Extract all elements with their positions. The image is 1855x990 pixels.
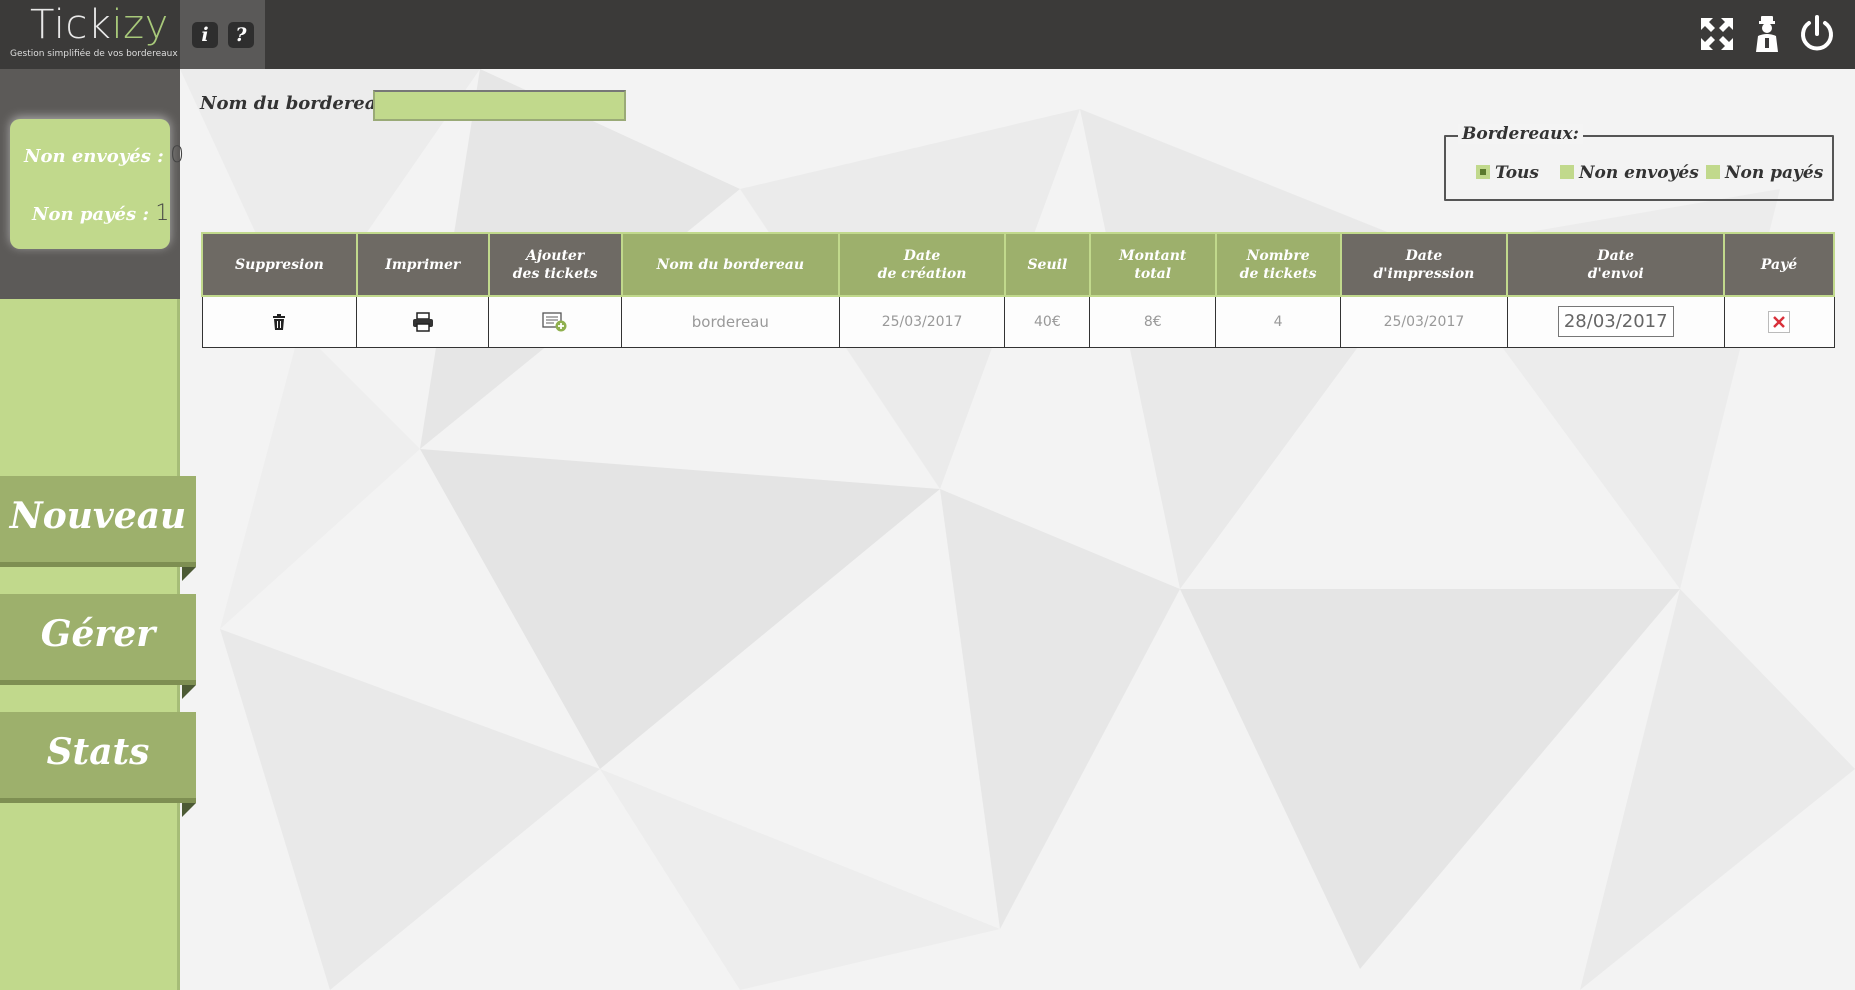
- date-envoi-input[interactable]: 28/03/2017: [1557, 306, 1674, 338]
- app-title: Tickizy: [30, 2, 169, 48]
- trash-icon[interactable]: [272, 313, 286, 330]
- col-header-date-creation[interactable]: Date de création: [838, 232, 1006, 297]
- col-header-date-impression: Date d'impression: [1339, 232, 1509, 297]
- filter-legend: Bordereaux:: [1458, 124, 1583, 144]
- cell-nombre-tickets: 4: [1215, 295, 1342, 348]
- main-content: Nom du bordereau: Bordereaux: Tous Non e…: [180, 69, 1855, 990]
- power-icon[interactable]: [1797, 14, 1837, 54]
- app-logo[interactable]: Tickizy Gestion simplifiée de vos border…: [0, 0, 180, 69]
- col-header-ajouter-tickets: Ajouter des tickets: [487, 232, 623, 297]
- col-header-nombre-tickets[interactable]: Nombre de tickets: [1214, 232, 1342, 297]
- checkbox-tous[interactable]: [1476, 165, 1490, 179]
- counter-non-envoyes: Non envoyés : 0: [24, 143, 185, 168]
- cell-date-impression: 25/03/2017: [1340, 295, 1508, 348]
- nav-gerer[interactable]: Gérer: [0, 594, 196, 699]
- user-profile-icon[interactable]: [1747, 14, 1787, 54]
- filter-option-tous[interactable]: Tous: [1476, 163, 1539, 183]
- col-header-paye: Payé: [1723, 232, 1835, 297]
- counter-non-payes: Non payés : 1: [32, 201, 170, 226]
- bordereaux-table: Suppresion Imprimer Ajouter des tickets N…: [201, 232, 1835, 348]
- col-header-seuil[interactable]: Seuil: [1003, 232, 1091, 297]
- cell-date-creation: 25/03/2017: [838, 295, 1006, 348]
- checkbox-non-envoyes[interactable]: [1560, 165, 1574, 179]
- table-header-row: Suppresion Imprimer Ajouter des tickets N…: [201, 232, 1835, 297]
- cell-paye: [1723, 295, 1835, 348]
- cell-suppression: [201, 295, 358, 348]
- info-button[interactable]: i: [192, 22, 218, 48]
- cell-ajouter-tickets: [488, 295, 623, 348]
- col-header-montant-total[interactable]: Montant total: [1088, 232, 1217, 297]
- checkbox-non-payes[interactable]: [1706, 165, 1720, 179]
- counters-box: Non envoyés : 0 Non payés : 1: [10, 119, 184, 249]
- search-label: Nom du bordereau:: [200, 93, 397, 114]
- cell-nom: bordereau: [621, 295, 840, 348]
- search-input[interactable]: [373, 90, 626, 121]
- help-bar: i ?: [180, 0, 265, 69]
- help-button[interactable]: ?: [228, 22, 254, 48]
- sidebar-counters-panel: Non envoyés : 0 Non payés : 1: [0, 69, 184, 299]
- filter-option-non-payes[interactable]: Non payés: [1706, 163, 1823, 183]
- add-ticket-icon[interactable]: [542, 312, 568, 332]
- cell-imprimer: [356, 295, 490, 348]
- top-bar: Tickizy Gestion simplifiée de vos border…: [0, 0, 1855, 69]
- col-header-suppression: Suppresion: [201, 232, 358, 297]
- printer-icon[interactable]: [412, 312, 434, 332]
- cell-seuil: 40€: [1004, 295, 1091, 348]
- app-subtitle: Gestion simplifiée de vos bordereaux: [10, 49, 178, 59]
- unpaid-cross-icon[interactable]: [1768, 310, 1791, 333]
- filter-box: Bordereaux: Tous Non envoyés Non payés: [1444, 124, 1834, 201]
- nav-stats[interactable]: Stats: [0, 712, 196, 817]
- col-header-nom[interactable]: Nom du bordereau: [620, 232, 841, 297]
- col-header-date-envoi: Date d'envoi: [1506, 232, 1726, 297]
- cell-montant-total: 8€: [1089, 295, 1217, 348]
- table-row: bordereau 25/03/2017 40€ 8€ 4 25/03/2017…: [201, 295, 1835, 348]
- fullscreen-icon[interactable]: [1697, 14, 1737, 54]
- nav-nouveau[interactable]: Nouveau: [0, 476, 196, 581]
- filter-option-non-envoyes[interactable]: Non envoyés: [1560, 163, 1699, 183]
- col-header-imprimer: Imprimer: [355, 232, 490, 297]
- cell-date-envoi: 28/03/2017: [1506, 295, 1725, 348]
